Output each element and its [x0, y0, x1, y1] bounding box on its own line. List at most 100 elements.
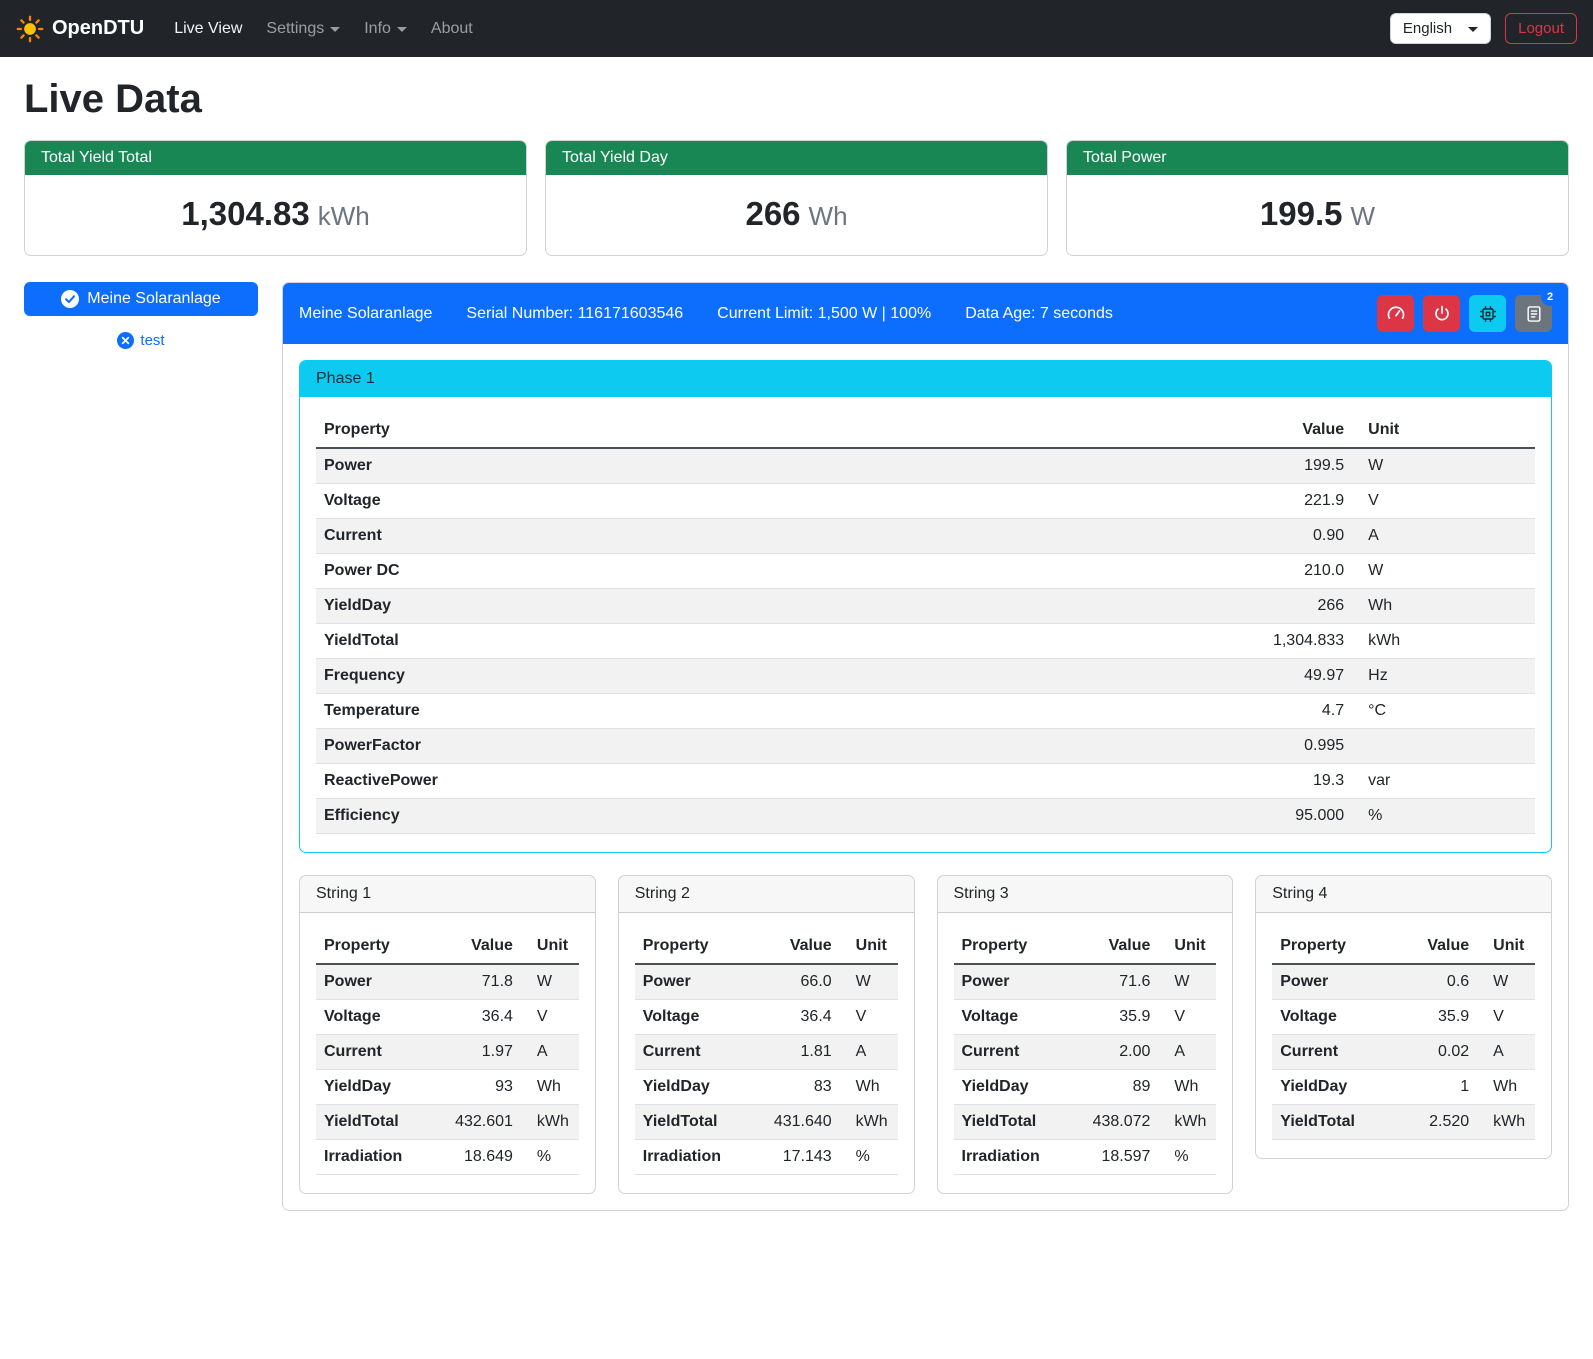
strings-row: String 1 Property Value Unit — [299, 875, 1552, 1194]
inverter-item-test[interactable]: test — [24, 332, 258, 349]
column-header-unit: Unit — [521, 929, 579, 964]
limit-settings-button[interactable] — [1377, 295, 1414, 332]
check-circle-icon — [61, 290, 79, 308]
journal-icon — [1524, 304, 1544, 324]
value-cell: 0.6 — [1396, 964, 1477, 1000]
unit-cell: W — [840, 964, 898, 1000]
inverter-serial: Serial Number: 116171603546 — [466, 305, 683, 323]
property-cell: YieldDay — [316, 589, 1072, 624]
nav-item-label: Settings — [266, 20, 324, 38]
value-cell: 266 — [1072, 589, 1352, 624]
property-cell: YieldDay — [954, 1070, 1077, 1105]
value-cell: 36.4 — [758, 1000, 839, 1035]
card-value-area: 1,304.83kWh — [25, 175, 526, 255]
chevron-down-icon — [1468, 27, 1478, 32]
brand-label: OpenDTU — [52, 17, 144, 40]
unit-cell: A — [521, 1035, 579, 1070]
inverter-panel-body: Phase 1 Property Value Unit — [283, 344, 1568, 1210]
nav-item-label: About — [431, 20, 473, 38]
card-title: Total Yield Total — [25, 141, 526, 175]
unit-cell: V — [1158, 1000, 1216, 1035]
unit-cell: V — [840, 1000, 898, 1035]
table-row: Voltage 36.4 V — [316, 1000, 579, 1035]
table-row: YieldTotal 2.520 kWh — [1272, 1105, 1535, 1140]
table-row: Current 2.00 A — [954, 1035, 1217, 1070]
table-row: YieldTotal 1,304.833 kWh — [316, 624, 1535, 659]
property-cell: ReactivePower — [316, 764, 1072, 799]
logout-button[interactable]: Logout — [1505, 13, 1577, 44]
events-badge: 2 — [1541, 288, 1559, 306]
value-cell: 18.649 — [439, 1140, 520, 1175]
inverter-select-button[interactable]: Meine Solaranlage — [24, 282, 258, 316]
table-row: Current 1.81 A — [635, 1035, 898, 1070]
property-cell: YieldTotal — [316, 624, 1072, 659]
column-header-unit: Unit — [1477, 929, 1535, 964]
unit-cell: kWh — [1352, 624, 1535, 659]
chevron-down-icon — [330, 27, 340, 32]
unit-cell: A — [1352, 519, 1535, 554]
property-cell: Irradiation — [954, 1140, 1077, 1175]
inverter-name: Meine Solaranlage — [299, 305, 432, 323]
power-icon — [1432, 304, 1452, 324]
nav-item-settings[interactable]: Settings — [256, 12, 350, 46]
table-row: Current 0.02 A — [1272, 1035, 1535, 1070]
table-row: YieldDay 83 Wh — [635, 1070, 898, 1105]
property-cell: Irradiation — [635, 1140, 758, 1175]
value-cell: 17.143 — [758, 1140, 839, 1175]
property-cell: Power — [316, 448, 1072, 484]
unit-cell: kWh — [1477, 1105, 1535, 1140]
table-row: YieldDay 89 Wh — [954, 1070, 1217, 1105]
nav-item-about[interactable]: About — [421, 12, 483, 46]
value-cell: 210.0 — [1072, 554, 1352, 589]
string-table: Property Value Unit Power 0.6 W — [1272, 929, 1535, 1140]
unit-cell: A — [1477, 1035, 1535, 1070]
page-container: Live Data Total Yield Total 1,304.83kWh … — [0, 57, 1593, 1239]
property-cell: Efficiency — [316, 799, 1072, 834]
unit-cell — [1352, 729, 1535, 764]
property-cell: Current — [635, 1035, 758, 1070]
property-cell: YieldDay — [1272, 1070, 1395, 1105]
table-row: YieldDay 93 Wh — [316, 1070, 579, 1105]
nav-item-live-view[interactable]: Live View — [164, 12, 252, 46]
property-cell: Voltage — [635, 1000, 758, 1035]
property-cell: Frequency — [316, 659, 1072, 694]
string-table: Property Value Unit Power 66.0 W — [635, 929, 898, 1175]
inverter-panel-header: Meine Solaranlage Serial Number: 1161716… — [283, 283, 1568, 344]
phase-card-title: Phase 1 — [300, 361, 1551, 397]
inverter-panel: Meine Solaranlage Serial Number: 1161716… — [282, 282, 1569, 1211]
string-table: Property Value Unit Power 71.8 W — [316, 929, 579, 1175]
table-row: Voltage 35.9 V — [954, 1000, 1217, 1035]
unit-cell: Wh — [1352, 589, 1535, 624]
brand[interactable]: OpenDTU — [16, 15, 144, 43]
unit-cell: var — [1352, 764, 1535, 799]
string-table-body: Power 71.8 W Voltage 36.4 V Current — [316, 964, 579, 1175]
event-log-button[interactable]: 2 — [1515, 295, 1552, 332]
column-header-property: Property — [954, 929, 1077, 964]
unit-cell: Wh — [1158, 1070, 1216, 1105]
unit-cell: Wh — [840, 1070, 898, 1105]
device-info-button[interactable] — [1469, 295, 1506, 332]
string-card-body: Property Value Unit Power 66.0 W — [619, 913, 914, 1193]
x-circle-icon — [117, 332, 134, 349]
string-card-title: String 3 — [938, 876, 1233, 913]
value-cell: 438.072 — [1077, 1105, 1158, 1140]
property-cell: Current — [954, 1035, 1077, 1070]
inverter-action-buttons: 2 — [1377, 295, 1552, 332]
value-cell: 93 — [439, 1070, 520, 1105]
table-row: YieldDay 1 Wh — [1272, 1070, 1535, 1105]
table-row: Current 0.90 A — [316, 519, 1535, 554]
language-select[interactable]: English — [1390, 13, 1491, 44]
column-header-property: Property — [316, 929, 439, 964]
nav-item-label: Live View — [174, 20, 242, 38]
column-header-property: Property — [635, 929, 758, 964]
unit-cell: W — [521, 964, 579, 1000]
power-button[interactable] — [1423, 295, 1460, 332]
string-card-title: String 1 — [300, 876, 595, 913]
total-yield-day-card: Total Yield Day 266Wh — [545, 140, 1048, 256]
unit-cell: W — [1352, 554, 1535, 589]
nav-item-label: Info — [364, 20, 391, 38]
table-row: Frequency 49.97 Hz — [316, 659, 1535, 694]
property-cell: Power — [635, 964, 758, 1000]
unit-cell: Wh — [521, 1070, 579, 1105]
nav-item-info[interactable]: Info — [354, 12, 417, 46]
